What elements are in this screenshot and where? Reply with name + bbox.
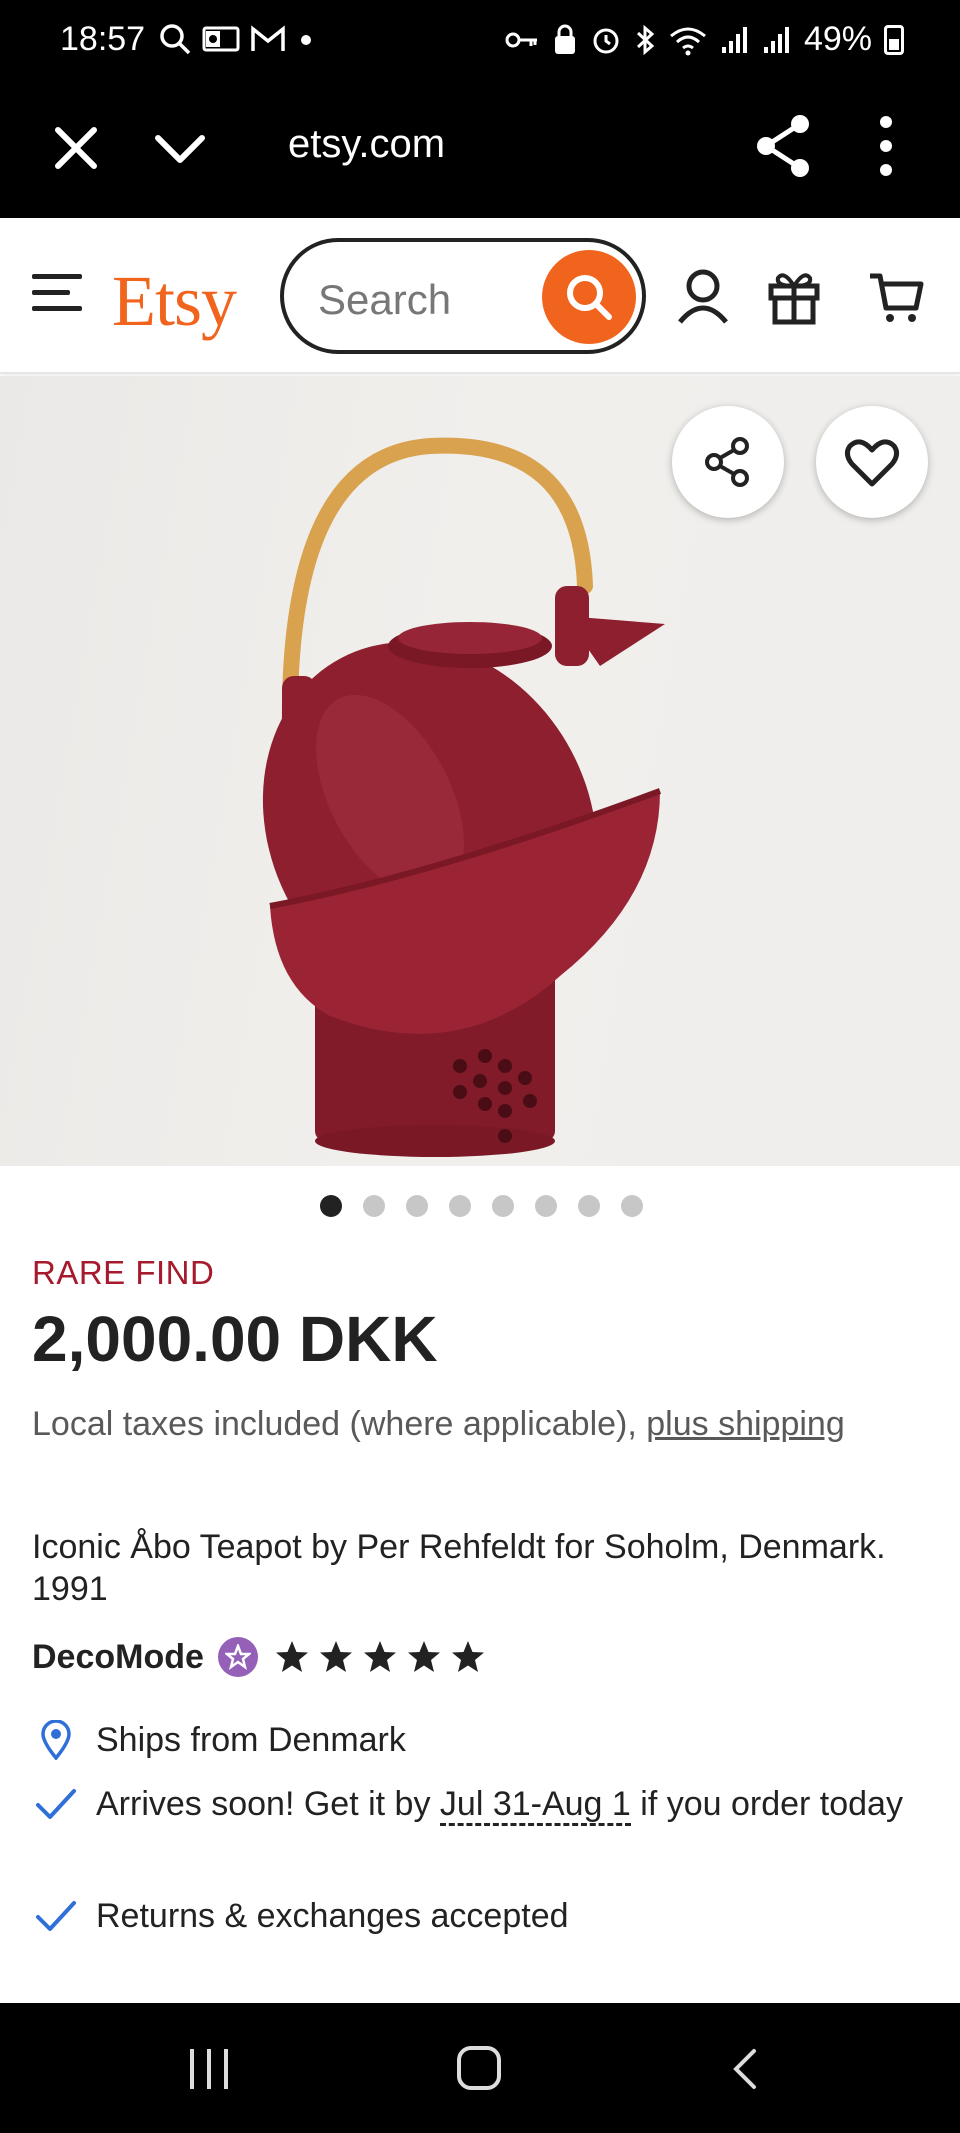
rating-stars[interactable] (274, 1639, 486, 1675)
outlook-icon (202, 26, 240, 52)
menu-icon[interactable] (32, 274, 82, 314)
key-icon (505, 32, 537, 47)
battery-icon (884, 24, 904, 55)
chevron-down-icon[interactable] (152, 120, 208, 176)
star-icon (407, 1641, 440, 1672)
status-time: 18:57 (60, 20, 146, 58)
gift-icon[interactable] (766, 266, 822, 326)
notification-icons (158, 22, 316, 56)
gmail-icon (251, 25, 285, 51)
carousel-dot[interactable] (535, 1195, 557, 1217)
signal-icon-2 (763, 26, 789, 53)
check-icon (32, 1780, 80, 1828)
location-pin-icon (32, 1716, 80, 1764)
signal-icon (721, 26, 747, 53)
carousel-dot[interactable] (621, 1195, 643, 1217)
etsy-logo[interactable]: Etsy (112, 260, 237, 343)
home-button[interactable] (456, 2045, 502, 2091)
search-button[interactable] (542, 250, 636, 344)
carousel-dot-active[interactable] (320, 1195, 342, 1217)
star-icon (319, 1641, 352, 1672)
search-notification-icon (160, 24, 191, 55)
system-status: 49% (504, 20, 904, 59)
url-text[interactable]: etsy.com (288, 122, 445, 167)
heart-icon (844, 439, 900, 487)
product-image[interactable] (0, 376, 960, 1166)
carousel-dot[interactable] (363, 1195, 385, 1217)
star-icon (275, 1641, 308, 1672)
account-icon[interactable] (675, 266, 731, 326)
search-icon (567, 275, 612, 320)
product-title: Iconic Åbo Teapot by Per Rehfeldt for So… (32, 1528, 886, 1608)
returns-text: Returns & exchanges accepted (96, 1897, 569, 1935)
teapot-photo (262, 437, 665, 1157)
favorite-button[interactable] (816, 406, 928, 518)
status-bar: 18:57 49% (0, 0, 960, 82)
tax-note: Local taxes included (where applicable),… (32, 1400, 912, 1448)
back-button[interactable] (730, 2047, 760, 2091)
share-icon[interactable] (752, 112, 816, 180)
carousel-indicator (320, 1195, 643, 1217)
carousel-dot[interactable] (578, 1195, 600, 1217)
dot-indicator-icon (301, 35, 311, 45)
alarm-icon (593, 28, 619, 53)
more-options-icon[interactable] (868, 112, 904, 180)
returns-row: Returns & exchanges accepted (32, 1892, 916, 1940)
search-placeholder: Search (318, 276, 452, 323)
system-navigation-bar (0, 2003, 960, 2133)
check-icon (32, 1892, 80, 1940)
tax-text: Local taxes included (where applicable), (32, 1405, 647, 1443)
rare-find-badge: RARE FIND (32, 1254, 215, 1291)
arrival-row: Arrives soon! Get it by Jul 31-Aug 1 if … (32, 1780, 916, 1828)
ships-from-text: Ships from Denmark (96, 1721, 406, 1759)
star-icon (451, 1641, 484, 1672)
cart-icon[interactable] (868, 266, 924, 326)
close-tab-button[interactable] (48, 120, 104, 176)
shop-name-link[interactable]: DecoMode (32, 1638, 204, 1677)
search-input[interactable]: Search (280, 238, 646, 354)
browser-toolbar: etsy.com (0, 82, 960, 218)
battery-percent: 49% (803, 20, 872, 58)
wifi-icon (669, 27, 706, 55)
shipping-link[interactable]: plus shipping (646, 1405, 844, 1443)
arrival-text: Arrives soon! Get it by Jul 31-Aug 1 if … (96, 1780, 916, 1828)
star-seller-icon (217, 1637, 258, 1677)
bluetooth-icon (636, 24, 655, 55)
product-price: 2,000.00 DKK (32, 1303, 438, 1375)
carousel-dot[interactable] (449, 1195, 471, 1217)
recent-apps-button[interactable] (186, 2047, 232, 2091)
share-icon (705, 437, 749, 487)
star-icon (363, 1641, 396, 1672)
shop-row: DecoMode (32, 1632, 486, 1682)
carousel-dot[interactable] (406, 1195, 428, 1217)
arrival-date-link[interactable]: Jul 31-Aug 1 (439, 1785, 631, 1826)
site-header: Etsy Search (0, 218, 960, 374)
lock-alarm-icon (554, 24, 575, 54)
share-image-button[interactable] (672, 406, 784, 518)
ships-from-row: Ships from Denmark (32, 1716, 916, 1764)
carousel-dot[interactable] (492, 1195, 514, 1217)
